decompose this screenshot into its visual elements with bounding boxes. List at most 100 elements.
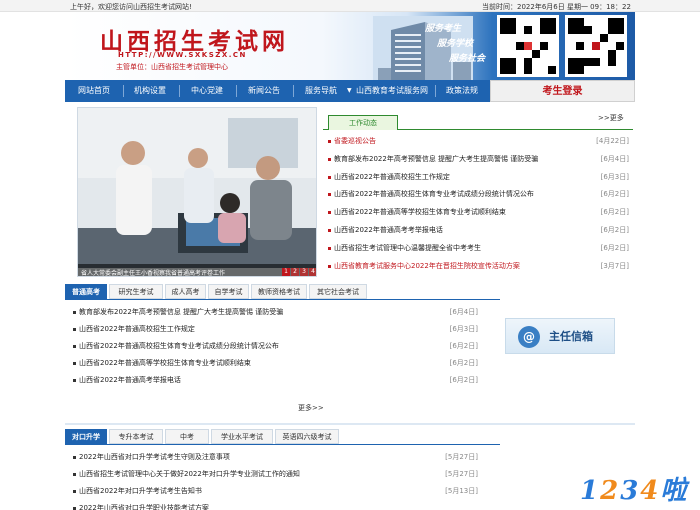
news-date: [6月2日] [600,190,629,199]
news-date: [6月4日] [600,154,629,163]
main-nav: 网站首页 机构设置 中心党建 新闻公告 服务导航 ▼ 山西教育考试服务网 政策法… [65,80,635,102]
slide-dot[interactable]: 2 [291,268,299,276]
tab-zhongkao[interactable]: 中考 [165,429,209,444]
bullet-icon [328,229,331,232]
news-row[interactable]: 山西省教育考试服务中心2022年在晋招生院校宣传活动方案 [3月7日] [328,259,631,274]
list-item-date: [6月3日] [449,325,478,333]
list-item-date: [5月27日] [445,453,478,461]
news-row[interactable]: 教育部发布2022年高考预警信息 提醒广大考生提高警惕 谨防受骗 [6月4日] [328,152,631,167]
list-item-title[interactable]: 2022年山西省对口升学考试考生守则及注意事项 [79,452,230,462]
slide-dot[interactable]: 3 [300,268,308,276]
bullet-icon [73,473,76,476]
nav-exam-service[interactable]: 山西教育考试服务网 [356,80,428,102]
list-item-title[interactable]: 山西省2022年普通高校招生工作规定 [79,324,195,334]
slogan-3: 服务社会 [449,54,486,64]
news-title[interactable]: 山西省2022年普通高等学校招生体育专业考试顺利结束 [334,207,506,217]
list-item[interactable]: 山西省招生考试管理中心关于做好2022年对口升学专业测试工作的通知 [5月27日] [73,467,478,482]
list-item[interactable]: 2022年山西省对口升学职业技能考试方案 [73,501,478,510]
list-item[interactable]: 山西省2022年普通高校招生工作规定 [6月3日] [73,322,478,337]
bullet-icon [73,490,76,493]
news-row[interactable]: 山西省2022年普通高校招生工作规定 [6月3日] [328,170,631,185]
list-item-date: [6月2日] [449,376,478,384]
bullet-icon [328,157,331,161]
mailbox-label: 主任信箱 [549,330,593,343]
tab-other-exams[interactable]: 其它社会考试 [309,284,367,299]
slide-dot[interactable]: 1 [282,268,290,276]
list-item-title[interactable]: 2022年山西省对口升学职业技能考试方案 [79,503,209,510]
nav-news[interactable]: 新闻公告 [248,80,280,102]
tab-teacher-cert[interactable]: 教师资格考试 [251,284,307,299]
news-row[interactable]: 山西省2022年普通高校招生体育专业考试成绩分段统计情况公布 [6月2日] [328,187,631,202]
nav-organization[interactable]: 机构设置 [134,80,166,102]
list-item-date: [5月27日] [445,470,478,478]
slide-photo [78,108,316,276]
nav-policy[interactable]: 政策法规 [446,80,478,102]
tab-gaokao[interactable]: 普通高考 [65,284,107,299]
list-item[interactable]: 山西省2022年普通高考举报电话 [6月2日] [73,373,478,388]
qr-code-icon [565,15,627,77]
list-item[interactable]: 山西省2022年对口升学考试考生告知书 [5月13日] [73,484,478,499]
news-row[interactable]: 山西省招生考试管理中心温馨提醒全省中考考生 [6月2日] [328,241,631,256]
bullet-icon [73,379,76,382]
site-watermark-logo: 1234啦 [580,476,689,506]
news-title[interactable]: 教育部发布2022年高考预警信息 提醒广大考生提高警惕 谨防受骗 [334,154,538,164]
nav-home[interactable]: 网站首页 [78,80,110,102]
bullet-icon [73,328,76,331]
greeting-text: 上午好，欢迎您访问山西招生考试网站! [70,3,192,11]
student-login-button[interactable]: 考生登录 [490,80,635,102]
tab-cet[interactable]: 英语四六级考试 [275,429,339,444]
news-title[interactable]: 省委巡视公告 [334,136,376,146]
news-title[interactable]: 山西省2022年普通高校招生体育专业考试成绩分段统计情况公布 [334,189,534,199]
bullet-icon [328,193,331,197]
news-row[interactable]: 山西省2022年普通高考考举报电话 [6月2日] [328,223,631,238]
slide-dot[interactable]: 4 [309,268,316,276]
list-item-title[interactable]: 山西省2022年普通高考举报电话 [79,375,181,385]
tab-vocational[interactable]: 对口升学 [65,429,107,444]
vocational-tab-bar: 对口升学 专升本考试 中考 学业水平考试 英语四六级考试 [65,429,500,445]
nav-separator [435,85,436,97]
tab-proficiency[interactable]: 学业水平考试 [211,429,273,444]
list-item[interactable]: 教育部发布2022年高考预警信息 提醒广大考生提高警惕 谨防受骗 [6月4日] [73,305,478,320]
tab-graduate[interactable]: 研究生考试 [109,284,163,299]
news-title[interactable]: 山西省2022年普通高考考举报电话 [334,225,443,235]
nav-service[interactable]: 服务导航 [305,80,337,102]
news-title[interactable]: 山西省招生考试管理中心温馨提醒全省中考考生 [334,243,481,253]
director-mailbox-button[interactable]: @ 主任信箱 [505,318,615,354]
list-item[interactable]: 山西省2022年普通高校招生体育专业考试成绩分段统计情况公布 [6月2日] [73,339,478,354]
news-row[interactable]: 山西省2022年普通高等学校招生体育专业考试顺利结束 [6月2日] [328,205,631,220]
bullet-icon [328,175,331,179]
list-item-title[interactable]: 山西省2022年普通高校招生体育专业考试成绩分段统计情况公布 [79,341,279,351]
list-item-title[interactable]: 教育部发布2022年高考预警信息 提醒广大考生提高警惕 谨防受骗 [79,307,283,317]
bullet-icon [73,456,76,459]
list-item[interactable]: 山西省2022年普通高等学校招生体育专业考试顺利结束 [6月2日] [73,356,478,371]
site-sponsor: 主管单位：山西省招生考试管理中心 [116,63,228,71]
list-item-title[interactable]: 山西省2022年对口升学考试考生告知书 [79,486,202,496]
list-item-title[interactable]: 山西省招生考试管理中心关于做好2022年对口升学专业测试工作的通知 [79,469,300,479]
header-banner: 山西招生考试网 HTTP://WWW.SXKSZX.CN 主管单位：山西省招生考… [65,12,635,80]
tab-work-news[interactable]: 工作动态 [328,115,398,130]
tab-self-study[interactable]: 自学考试 [208,284,249,299]
news-date: [6月3日] [600,172,629,181]
nav-separator [123,85,124,97]
bullet-icon [73,311,76,314]
list-item-date: [6月2日] [449,359,478,367]
news-slideshow[interactable]: 省人大常委会副主任王小香视察我省普通高考评卷工作 1 2 3 4 [77,107,317,277]
more-link[interactable]: >>更多 [598,113,624,123]
list-item[interactable]: 2022年山西省对口升学考试考生守则及注意事项 [5月27日] [73,450,478,465]
news-row[interactable]: 省委巡视公告 [4月22日] [328,134,631,149]
slogan-2: 服务学校 [437,39,474,49]
list-item-title[interactable]: 山西省2022年普通高等学校招生体育专业考试顺利结束 [79,358,251,368]
slide-caption[interactable]: 省人大常委会副主任王小香视察我省普通高考评卷工作 [81,268,225,276]
site-url: HTTP://WWW.SXKSZX.CN [118,51,247,59]
tab-upgrade[interactable]: 专升本考试 [109,429,163,444]
news-title[interactable]: 山西省教育考试服务中心2022年在晋招生院校宣传活动方案 [334,261,520,271]
news-date: [6月2日] [600,208,629,217]
more-link[interactable]: 更多>> [298,403,324,413]
news-title[interactable]: 山西省2022年普通高校招生工作规定 [334,172,450,182]
nav-separator [236,85,237,97]
nav-separator [179,85,180,97]
nav-separator [293,85,294,97]
nav-party[interactable]: 中心党建 [191,80,223,102]
tab-adult[interactable]: 成人高考 [165,284,206,299]
qr-code-icon [497,15,559,77]
